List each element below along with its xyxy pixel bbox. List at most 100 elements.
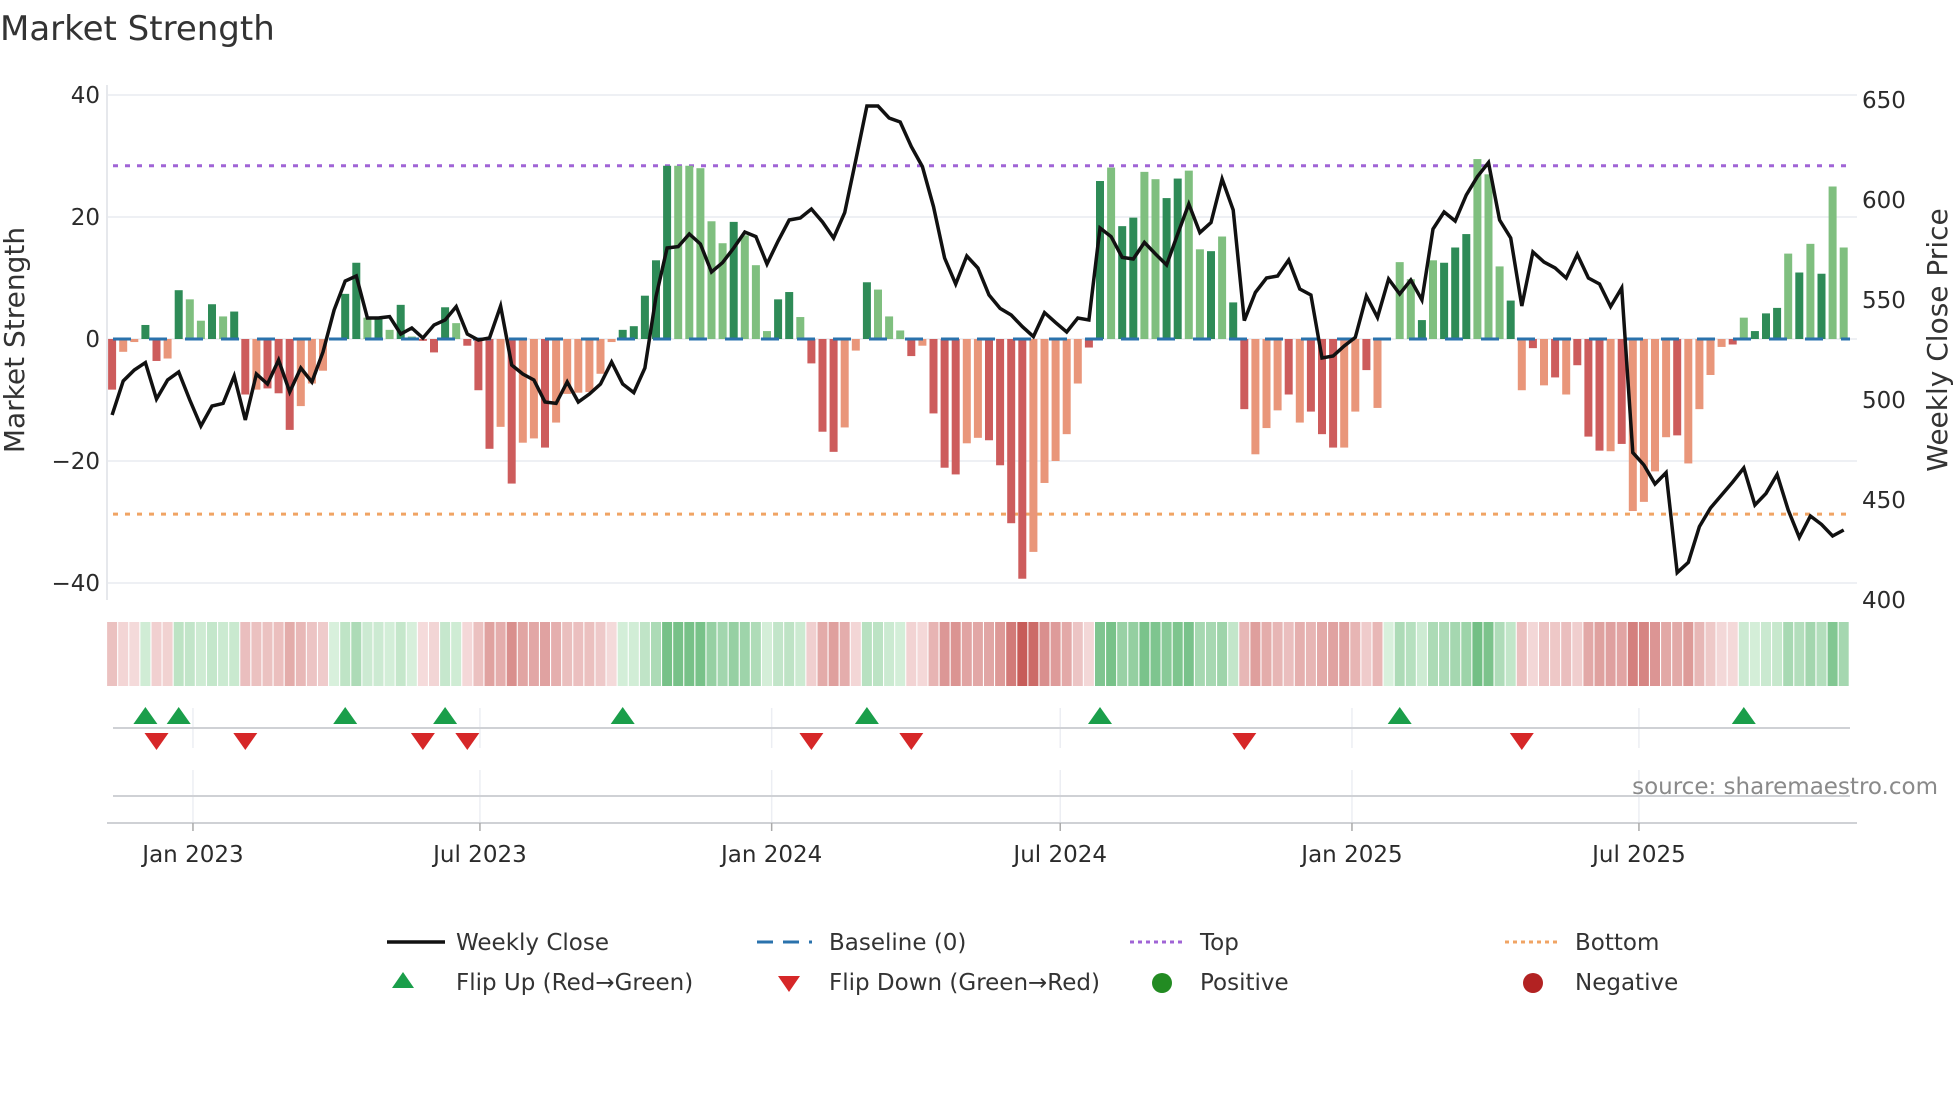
heat-cell [784, 622, 795, 686]
negative-bar [1362, 339, 1371, 371]
heat-cell [1106, 622, 1117, 686]
positive-bar [629, 326, 638, 339]
heat-cell [961, 622, 972, 686]
positive-bar [1806, 243, 1815, 339]
heat-cell [1050, 622, 1061, 686]
positive-bar [1828, 186, 1837, 339]
heat-cell [1761, 622, 1771, 686]
legend-positive: Positive [1200, 970, 1289, 996]
heat-cell [750, 622, 761, 686]
legend-top: Top [1199, 930, 1239, 956]
positive-bar [208, 304, 216, 339]
heat-cell [917, 622, 928, 686]
negative-bar [552, 339, 561, 423]
negative-bar [574, 339, 583, 393]
heat-cell [1394, 622, 1405, 686]
negative-bar [1606, 339, 1615, 452]
left-axis-ticks: 40 20 0 −20 −40 [51, 83, 100, 597]
negative-bar [1651, 339, 1659, 472]
heat-cell [1539, 622, 1549, 686]
x-tick-label: Jul 2025 [1590, 842, 1686, 868]
negative-bar [1040, 339, 1049, 483]
negative-bar [1295, 339, 1304, 423]
left-tick-label: −20 [51, 449, 100, 475]
heat-cell [495, 622, 506, 686]
heat-cell [1061, 622, 1072, 686]
positive-bar [707, 221, 716, 339]
positive-bar [1184, 170, 1193, 339]
heat-cell [1627, 622, 1638, 686]
positive-bar [1118, 226, 1127, 339]
positive-bar [1129, 217, 1138, 339]
negative-bar [1029, 339, 1038, 552]
right-axis-title: Weekly Close Price [1921, 208, 1954, 471]
strength-bars [108, 159, 1848, 579]
heat-cell [451, 622, 462, 686]
heat-cell [1117, 622, 1128, 686]
negative-bar [1062, 339, 1071, 435]
heat-cell [1428, 622, 1438, 686]
heat-cell [273, 622, 284, 686]
heat-cell [362, 622, 373, 686]
heat-cell [484, 622, 495, 686]
heat-cell [1206, 622, 1216, 686]
heat-cell [1250, 622, 1261, 686]
legend: Weekly Close Baseline (0) Top Bottom Fli… [387, 930, 1678, 996]
negative-bar [1517, 339, 1526, 391]
positive-bar [1484, 174, 1493, 339]
flip-down-marker [799, 733, 824, 750]
heat-cell [184, 622, 195, 686]
heat-cell [229, 622, 240, 686]
heat-cell [828, 622, 839, 686]
negative-bar [1639, 339, 1648, 502]
positive-bar [1440, 262, 1449, 339]
heat-cell [107, 622, 118, 686]
heat-cell [551, 622, 562, 686]
heat-cell [1505, 622, 1516, 686]
heat-cell [1083, 622, 1094, 686]
legend-baseline: Baseline (0) [829, 930, 966, 956]
flip-up-marker [1387, 707, 1412, 724]
heat-cell [1405, 622, 1416, 686]
positive-bar [1750, 331, 1759, 339]
flip-up-marker [1731, 707, 1756, 724]
heat-cell [1516, 622, 1527, 686]
heat-cell [1461, 622, 1472, 686]
right-tick-label: 450 [1862, 488, 1906, 514]
heat-cell [728, 622, 739, 686]
negative-bar [119, 339, 128, 352]
positive-bar [751, 265, 760, 339]
heat-cell [806, 622, 817, 686]
x-axis-ticks: Jan 2023 Jul 2023 Jan 2024 Jul 2024 Jan 2025… [140, 823, 1686, 868]
positive-bar [685, 165, 694, 339]
heat-cell [1317, 622, 1327, 686]
positive-bar [1462, 234, 1471, 339]
flip-down-marker [233, 733, 258, 750]
negative-bar [1595, 339, 1604, 451]
flip-up-triangle-icon [392, 972, 414, 988]
flip-down-marker [1509, 733, 1534, 750]
negative-bar [1306, 339, 1315, 412]
heat-cell [318, 622, 328, 686]
positive-bar [1739, 317, 1748, 339]
heat-cell [462, 622, 473, 686]
heat-cell [662, 622, 673, 686]
heat-cell [1095, 622, 1105, 686]
negative-bar [1695, 339, 1704, 410]
flip-up-marker [610, 707, 635, 724]
heat-cell [506, 622, 517, 686]
heat-cell [1838, 622, 1849, 686]
positive-bar [196, 320, 205, 339]
x-tick-label: Jan 2024 [719, 842, 822, 868]
left-tick-label: 40 [71, 83, 100, 109]
heat-cell [140, 622, 151, 686]
heat-cell [1028, 622, 1039, 686]
heat-cell [1039, 622, 1050, 686]
negative-bar [1584, 339, 1593, 437]
negative-bar [929, 339, 938, 414]
heat-cell [329, 622, 340, 686]
heat-cell [1139, 622, 1150, 686]
positive-bar [1195, 249, 1204, 339]
left-tick-label: 20 [71, 205, 100, 231]
heat-cell [129, 622, 140, 686]
